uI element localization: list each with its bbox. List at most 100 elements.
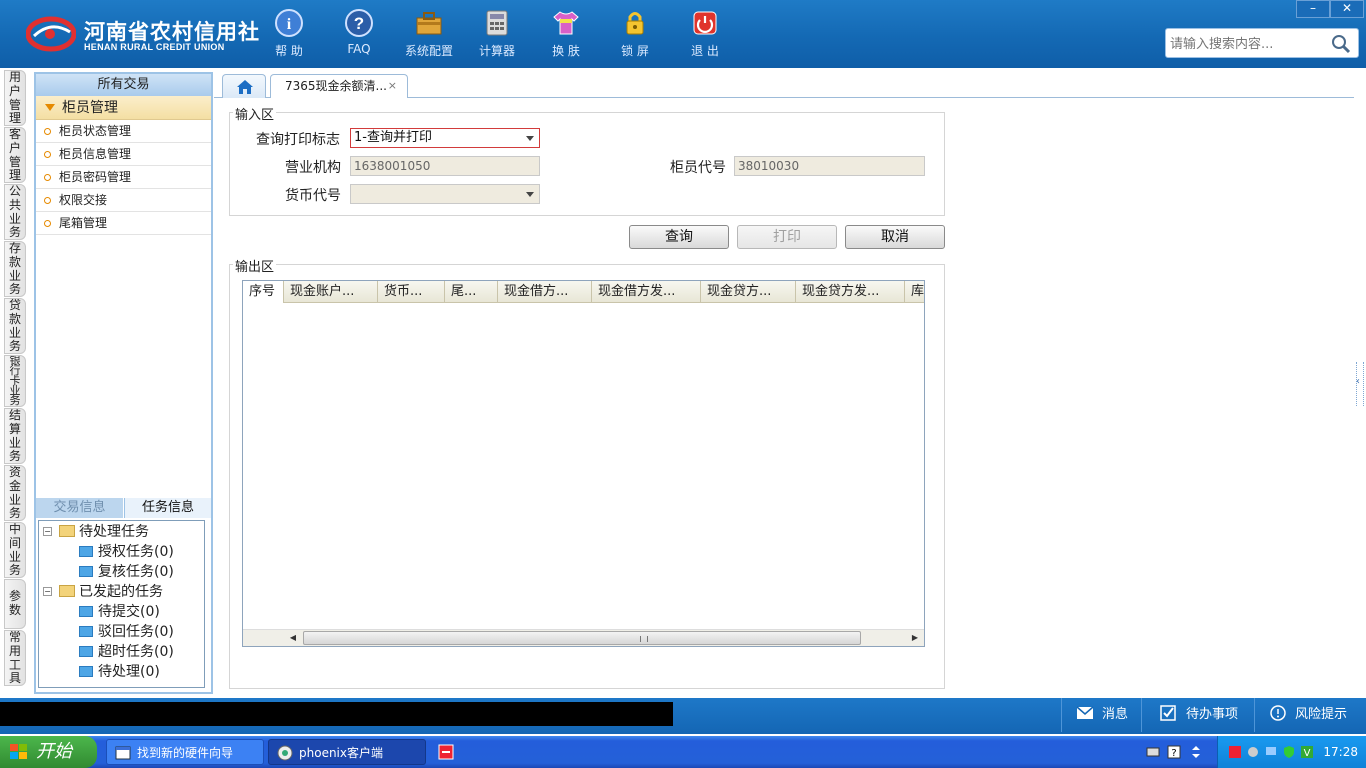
chevron-down-icon[interactable] xyxy=(522,186,538,202)
vtab-loan-business[interactable]: 贷款业务 xyxy=(4,298,26,354)
left-menu-panel: 所有交易 柜员管理 柜员状态管理 柜员信息管理 柜员密码管理 权限交接 尾箱管理… xyxy=(34,72,213,694)
currency-select[interactable] xyxy=(350,184,540,204)
column-header[interactable]: 货币... xyxy=(378,281,445,303)
vtab-fund-business[interactable]: 资金业务 xyxy=(4,465,26,521)
help-button[interactable]: i 帮 助 xyxy=(259,8,319,60)
query-button[interactable]: 查询 xyxy=(629,225,729,249)
chevron-down-icon[interactable] xyxy=(522,130,538,146)
tab-task-info[interactable]: 任务信息 xyxy=(124,498,211,518)
taskbar-item-phoenix[interactable]: phoenix客户端 xyxy=(268,739,426,765)
question-icon: ? xyxy=(345,9,373,37)
shield-icon[interactable] xyxy=(1282,745,1296,759)
power-icon xyxy=(693,11,717,35)
tab-cash-balance[interactable]: 7365现金余额清... × xyxy=(270,74,408,98)
menu-item-teller-password[interactable]: 柜员密码管理 xyxy=(36,166,211,189)
vtab-common-tools[interactable]: 常用工具 xyxy=(4,630,26,686)
search-box xyxy=(1165,28,1359,58)
column-header[interactable]: 库 xyxy=(905,281,924,303)
svg-text:V: V xyxy=(1304,748,1311,759)
info-icon: i xyxy=(275,9,303,37)
tree-node-to-submit[interactable]: 待提交(0) xyxy=(79,602,160,622)
column-header[interactable]: 现金借方... xyxy=(498,281,592,303)
tree-node-pending[interactable]: − 待处理任务 xyxy=(43,522,149,542)
tree-node-timeout[interactable]: 超时任务(0) xyxy=(79,642,174,662)
close-tab-icon[interactable]: × xyxy=(388,75,397,97)
computer-icon[interactable] xyxy=(1264,745,1278,759)
tree-node-label: 待提交(0) xyxy=(98,604,160,620)
column-header[interactable]: 现金账户... xyxy=(284,281,378,303)
horizontal-scrollbar[interactable]: ◀ ▶ xyxy=(243,629,924,646)
scroll-left-icon[interactable]: ◀ xyxy=(285,631,301,645)
taskbar-item-red[interactable] xyxy=(430,739,460,765)
collapse-icon[interactable]: − xyxy=(43,587,52,596)
messages-button[interactable]: 消息 xyxy=(1061,698,1141,732)
query-print-select[interactable]: 1-查询并打印 xyxy=(350,128,540,148)
faq-button[interactable]: ? FAQ xyxy=(329,8,389,60)
tab-home[interactable] xyxy=(222,74,266,98)
logo-subtitle: HENAN RURAL CREDIT UNION xyxy=(84,42,225,52)
todo-button[interactable]: 待办事项 xyxy=(1141,698,1254,732)
calculator-button[interactable]: 计算器 xyxy=(467,8,527,60)
lock-icon xyxy=(626,12,644,35)
collapse-icon[interactable]: − xyxy=(43,527,52,536)
column-header[interactable]: 现金借方发... xyxy=(592,281,701,303)
vtab-public-business[interactable]: 公共业务 xyxy=(4,184,26,240)
windows-logo-icon xyxy=(10,744,27,759)
taskbar-item-hardware-wizard[interactable]: 找到新的硬件向导 xyxy=(106,739,264,765)
vtab-customer-management[interactable]: 客户管理 xyxy=(4,127,26,183)
risk-alert-button[interactable]: 风险提示 xyxy=(1254,698,1366,732)
vtab-settlement-business[interactable]: 结算业务 xyxy=(4,408,26,464)
tree-node-initiated[interactable]: − 已发起的任务 xyxy=(43,582,163,602)
column-header[interactable]: 尾... xyxy=(445,281,498,303)
tree-node-rejected[interactable]: 驳回任务(0) xyxy=(79,622,174,642)
all-transactions-header[interactable]: 所有交易 xyxy=(36,74,211,96)
keyboard-icon[interactable] xyxy=(1146,745,1160,759)
print-button[interactable]: 打印 xyxy=(737,225,837,249)
tab-transaction-info[interactable]: 交易信息 xyxy=(36,498,123,518)
folder-icon xyxy=(79,606,93,617)
system-config-button[interactable]: 系统配置 xyxy=(399,8,459,60)
envelope-icon xyxy=(1076,706,1094,719)
branch-field[interactable]: 1638001050 xyxy=(350,156,540,176)
tree-node-label: 复核任务(0) xyxy=(98,564,174,580)
exit-button[interactable]: 退 出 xyxy=(675,8,735,60)
output-area-title: 输出区 xyxy=(233,256,277,275)
search-icon[interactable] xyxy=(1330,33,1352,55)
vtab-bank-card-business[interactable]: 银行卡业务 xyxy=(4,355,26,407)
lock-screen-button[interactable]: 锁 屏 xyxy=(605,8,665,60)
network-icon[interactable] xyxy=(1246,745,1260,759)
start-button[interactable]: 开始 xyxy=(0,736,97,768)
v-icon[interactable]: V xyxy=(1300,745,1314,759)
vtab-deposit-business[interactable]: 存款业务 xyxy=(4,241,26,297)
tree-node-review-tasks[interactable]: 复核任务(0) xyxy=(79,562,174,582)
arrows-icon[interactable] xyxy=(1189,745,1203,759)
info-tabs: 交易信息 任务信息 xyxy=(36,498,211,518)
column-header[interactable]: 现金贷方发... xyxy=(796,281,905,303)
menu-item-teller-status[interactable]: 柜员状态管理 xyxy=(36,120,211,143)
tree-node-to-process[interactable]: 待处理(0) xyxy=(79,662,160,682)
close-window-button[interactable]: ✕ xyxy=(1330,0,1364,18)
red-tray-icon[interactable] xyxy=(1228,745,1242,759)
svg-text:?: ? xyxy=(354,14,364,33)
menu-item-teller-info[interactable]: 柜员信息管理 xyxy=(36,143,211,166)
vtab-intermediary-business[interactable]: 中间业务 xyxy=(4,522,26,578)
skin-button[interactable]: 换 肤 xyxy=(536,8,596,60)
menu-item-tail-box[interactable]: 尾箱管理 xyxy=(36,212,211,235)
cancel-button[interactable]: 取消 xyxy=(845,225,945,249)
group-label: 柜员管理 xyxy=(62,100,118,116)
column-header[interactable]: 现金贷方... xyxy=(701,281,796,303)
teller-field[interactable]: 38010030 xyxy=(734,156,925,176)
tree-node-label: 待处理任务 xyxy=(79,524,149,540)
scroll-right-icon[interactable]: ▶ xyxy=(907,631,923,645)
menu-item-permission-handover[interactable]: 权限交接 xyxy=(36,189,211,212)
teller-management-group[interactable]: 柜员管理 xyxy=(36,96,211,120)
right-panel-toggle[interactable]: ‹ xyxy=(1356,362,1364,406)
vtab-user-management[interactable]: 用户管理 xyxy=(4,70,26,126)
scrollbar-thumb[interactable] xyxy=(303,631,861,645)
search-input[interactable] xyxy=(1170,34,1326,54)
help-tray-icon[interactable]: ? xyxy=(1167,745,1181,759)
vtab-parameters[interactable]: 参数 xyxy=(4,579,26,629)
tree-node-auth-tasks[interactable]: 授权任务(0) xyxy=(79,542,174,562)
column-header[interactable]: 序号 xyxy=(243,281,284,303)
minimize-button[interactable]: – xyxy=(1296,0,1330,18)
